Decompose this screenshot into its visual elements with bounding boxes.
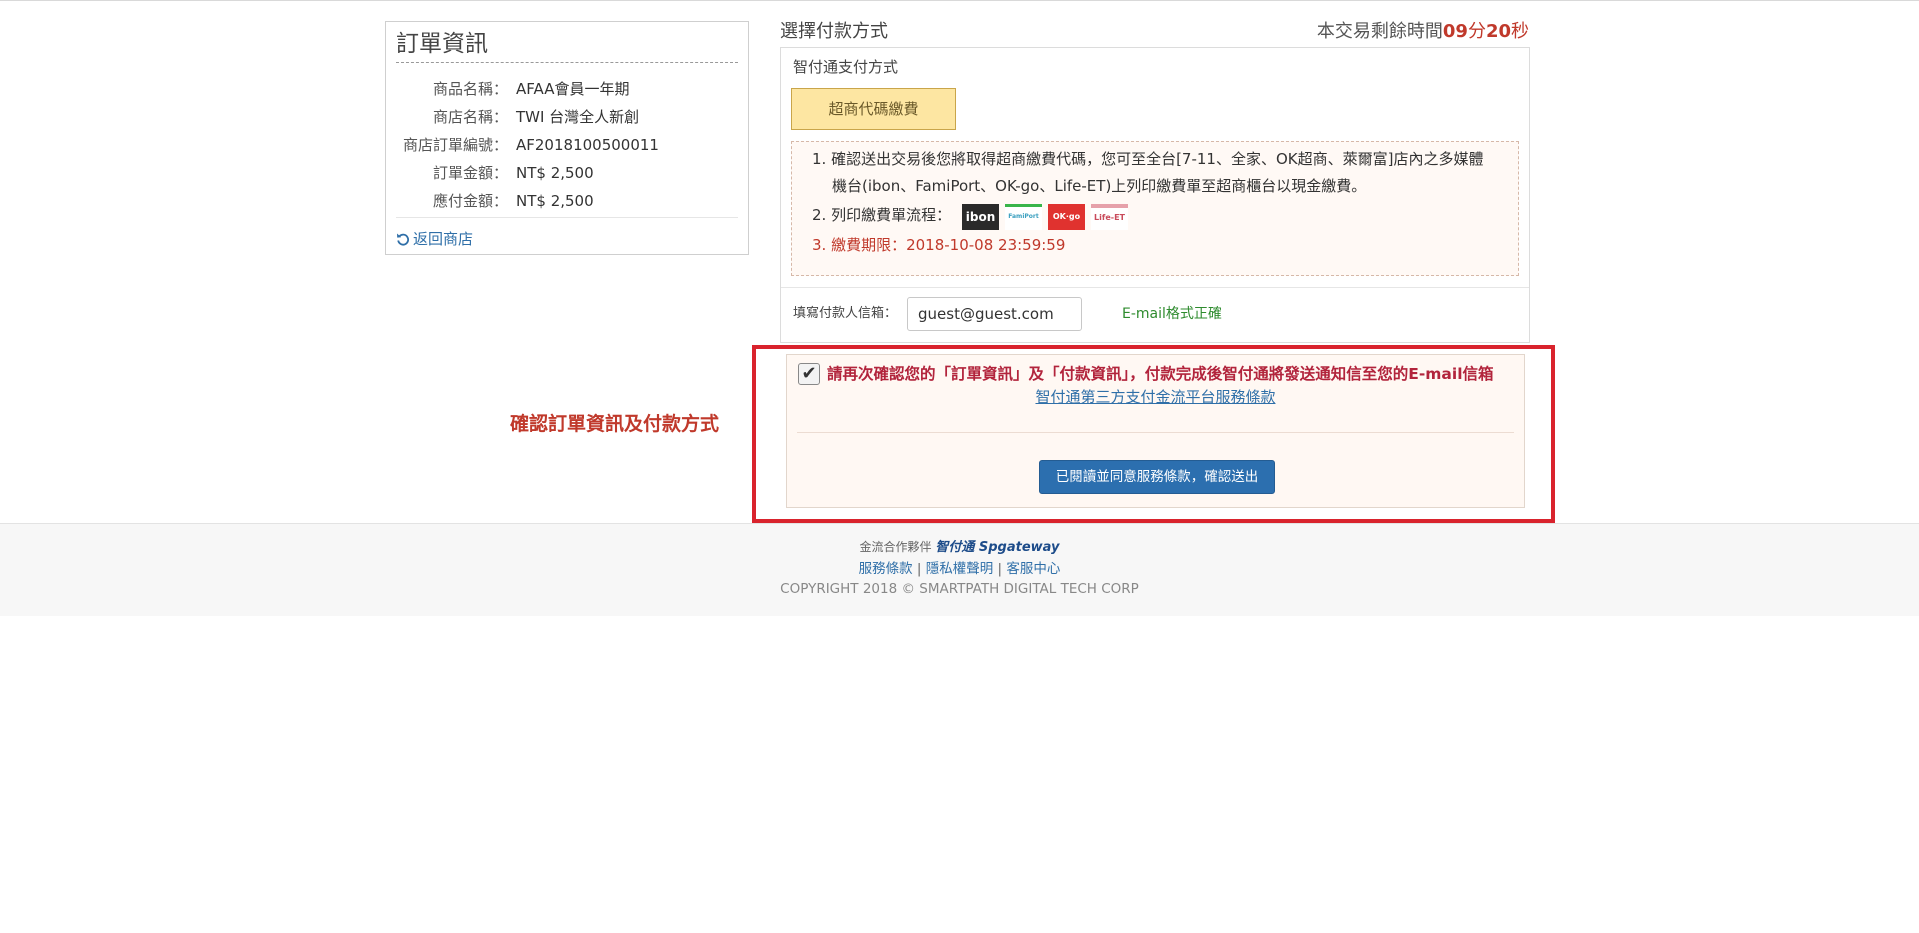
footer-separator: |	[916, 561, 922, 577]
payer-email-input[interactable]	[907, 297, 1082, 331]
footer: 金流合作夥伴 智付通 Spgateway 服務條款 | 隱私權聲明 | 客服中心…	[0, 523, 1919, 616]
divider	[781, 287, 1529, 288]
order-row-store: 商店名稱： TWI 台灣全人新創	[386, 103, 748, 131]
order-label: 商店名稱：	[432, 108, 508, 126]
undo-icon	[397, 233, 409, 246]
confirm-box: ✔ 請再次確認您的「訂單資訊」及「付款資訊」，付款完成後智付通將發送通知信至您的…	[786, 354, 1525, 508]
order-value: AFAA會員一年期	[516, 80, 630, 98]
instruction-line-1-cont: 機台(ibon、FamiPort、OK-go、Life-ET)上列印繳費單至超商…	[832, 177, 1367, 195]
order-value: TWI 台灣全人新創	[516, 108, 640, 126]
order-label: 訂單金額：	[432, 164, 508, 182]
order-label: 商店訂單編號：	[402, 136, 508, 154]
order-value: NT$ 2,500	[516, 164, 594, 182]
partner-prefix: 金流合作夥伴	[859, 540, 932, 554]
instruction-line-2: 2. 列印繳費單流程：	[812, 206, 952, 224]
timer-prefix: 本交易剩餘時間	[1316, 21, 1443, 42]
email-valid-status: E-mail格式正確	[1122, 306, 1222, 322]
payment-instructions: 1. 確認送出交易後您將取得超商繳費代碼，您可至全台[7-11、全家、OK超商、…	[791, 141, 1519, 276]
confirm-annotation-label: 確認訂單資訊及付款方式	[510, 413, 720, 435]
back-to-store-label: 返回商店	[413, 230, 474, 248]
order-value: AF2018100500011	[516, 136, 659, 154]
ibon-logo: ibon	[962, 204, 999, 230]
footer-separator: |	[997, 561, 1003, 577]
order-row-payable: 應付金額： NT$ 2,500	[386, 187, 748, 215]
payment-subtitle: 智付通支付方式	[793, 58, 899, 76]
copyright: COPYRIGHT 2018 © SMARTPATH DIGITAL TECH …	[780, 581, 1139, 597]
okgo-logo: OK·go	[1048, 204, 1085, 230]
order-row-amount: 訂單金額： NT$ 2,500	[386, 159, 748, 187]
order-row-product: 商品名稱： AFAA會員一年期	[386, 75, 748, 103]
order-label: 商品名稱：	[432, 80, 508, 98]
convenience-store-code-button[interactable]: 超商代碼繳費	[791, 88, 956, 130]
footer-link-privacy[interactable]: 隱私權聲明	[926, 561, 994, 577]
divider	[797, 432, 1514, 433]
instruction-line-1: 1. 確認送出交易後您將取得超商繳費代碼，您可至全台[7-11、全家、OK超商、…	[812, 150, 1484, 168]
countdown-timer: 本交易剩餘時間09分20秒	[1317, 18, 1529, 46]
order-title: 訂單資訊	[396, 26, 738, 63]
timer-seconds: 20	[1485, 21, 1511, 42]
timer-minutes: 09	[1442, 21, 1468, 42]
email-label: 填寫付款人信箱：	[793, 306, 898, 321]
life-et-logo: Life-ET	[1091, 204, 1128, 230]
terms-of-service-link[interactable]: 智付通第三方支付金流平台服務條款	[787, 386, 1524, 408]
confirm-text: 請再次確認您的「訂單資訊」及「付款資訊」，付款完成後智付通將發送通知信至您的E-…	[827, 365, 1494, 383]
top-border	[0, 0, 1919, 1]
order-info-panel: 訂單資訊 商品名稱： AFAA會員一年期 商店名稱： TWI 台灣全人新創 商店…	[385, 21, 749, 255]
timer-minutes-unit: 分	[1467, 21, 1486, 42]
kiosk-logos: ibon FamiPort OK·go Life-ET	[962, 202, 1128, 230]
spgateway-logo: 智付通 Spgateway	[935, 540, 1060, 555]
divider	[396, 217, 738, 218]
payment-heading: 選擇付款方式	[780, 21, 888, 42]
footer-link-terms[interactable]: 服務條款	[859, 561, 913, 577]
payment-panel: 智付通支付方式 超商代碼繳費 1. 確認送出交易後您將取得超商繳費代碼，您可至全…	[780, 47, 1530, 343]
payment-deadline: 3. 繳費期限：2018-10-08 23:59:59	[812, 236, 1066, 254]
order-label: 應付金額：	[432, 192, 508, 210]
timer-seconds-unit: 秒	[1511, 21, 1529, 42]
footer-links: 服務條款 | 隱私權聲明 | 客服中心	[0, 559, 1919, 579]
famiport-logo: FamiPort	[1005, 204, 1042, 230]
agree-and-submit-button[interactable]: 已閱讀並同意服務條款，確認送出	[1039, 460, 1275, 494]
back-to-store-link[interactable]: 返回商店	[396, 227, 473, 251]
order-value: NT$ 2,500	[516, 192, 594, 210]
payment-partner: 金流合作夥伴 智付通 Spgateway	[0, 538, 1919, 557]
order-row-order-number: 商店訂單編號： AF2018100500011	[386, 131, 748, 159]
confirm-checkbox[interactable]: ✔	[798, 363, 820, 385]
footer-link-support[interactable]: 客服中心	[1006, 561, 1060, 577]
